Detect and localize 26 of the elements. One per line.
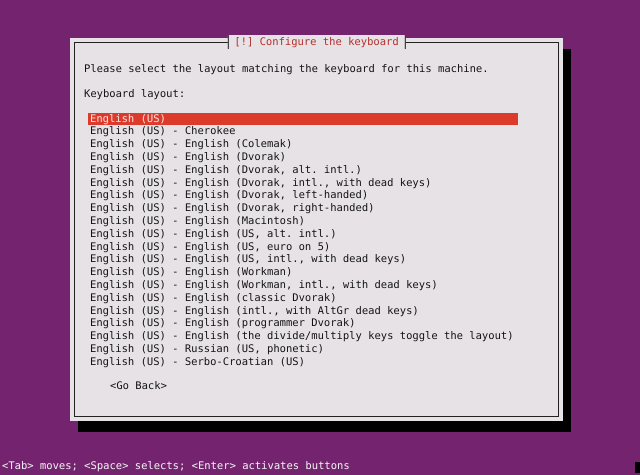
list-label: Keyboard layout:	[84, 88, 186, 101]
layout-option[interactable]: English (US) - English (Dvorak, alt. intl.)	[88, 164, 518, 177]
layout-option[interactable]: English (US) - English (Colemak)	[88, 138, 518, 151]
layout-option[interactable]: English (US) - English (classic Dvorak)	[88, 292, 518, 305]
layout-option[interactable]: English (US) - English (Workman)	[88, 266, 518, 279]
layout-option[interactable]: English (US) - English (US, intl., with dead keys)	[88, 253, 518, 266]
layout-option[interactable]: English (US) - English (Macintosh)	[88, 214, 518, 228]
status-bar-text: <Tab> moves; <Space> selects; <Enter> activates buttons	[1, 460, 350, 473]
prompt-text: Please select the layout matching the keyboard for this machine.	[84, 63, 490, 76]
dialog-title: [!] Configure the keyboard	[227, 35, 406, 49]
layout-option[interactable]: English (US) - English (the divide/multiply keys toggle the layout)	[88, 330, 518, 343]
layout-option[interactable]: English (US) - Russian (US, phonetic)	[88, 342, 518, 356]
layout-option[interactable]: English (US)	[88, 112, 518, 126]
layout-option[interactable]: English (US) - English (Workman, intl., with dead keys)	[88, 278, 518, 292]
go-back-button[interactable]: <Go Back>	[110, 380, 167, 392]
layout-option[interactable]: English (US) - English (Dvorak, left-handed)	[88, 189, 518, 202]
layout-option[interactable]: English (US) - English (programmer Dvorak)	[88, 317, 518, 330]
layout-option[interactable]: English (US) - English (US, alt. intl.)	[88, 228, 518, 241]
layout-option[interactable]: English (US) - English (US, euro on 5)	[88, 240, 518, 254]
layout-option[interactable]: English (US) - English (Dvorak, intl., with dead keys)	[88, 176, 518, 190]
layout-option[interactable]: English (US) - Serbo-Croatian (US)	[88, 356, 518, 369]
layout-option[interactable]: English (US) - English (Dvorak, right-handed)	[88, 202, 518, 215]
text-cursor	[635, 462, 640, 473]
layout-option[interactable]: English (US) - English (intl., with AltGr dead keys)	[88, 304, 518, 318]
layout-option[interactable]: English (US) - English (Dvorak)	[88, 150, 518, 164]
layout-option[interactable]: English (US) - Cherokee	[88, 125, 518, 138]
